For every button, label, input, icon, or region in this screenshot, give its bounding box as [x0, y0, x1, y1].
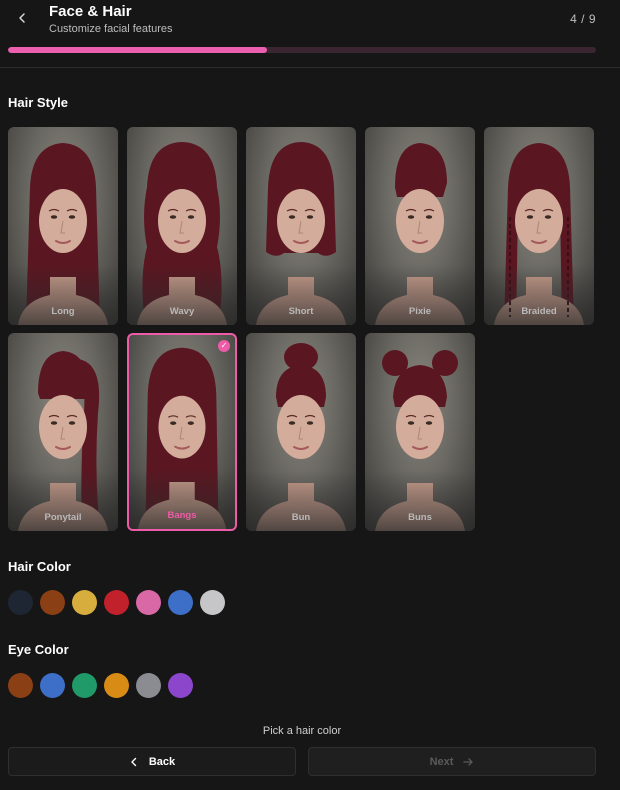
eye-color-swatch[interactable]: [104, 673, 129, 698]
hair-style-label: Long: [51, 306, 75, 317]
chevron-left-icon: [131, 757, 137, 766]
hair-style-label: Bun: [291, 512, 311, 523]
eye-color-swatch[interactable]: [136, 673, 161, 698]
hair-color-swatch[interactable]: [104, 590, 129, 615]
hair-color-swatch[interactable]: [40, 590, 65, 615]
eye-color-title: Eye Color: [8, 642, 69, 657]
hair-style-label: Pixie: [408, 306, 432, 317]
hair-style-option[interactable]: Long: [8, 127, 118, 325]
header: Face & Hair Customize facial features 4 …: [0, 0, 620, 68]
hair-color-swatch[interactable]: [72, 590, 97, 615]
hair-style-option[interactable]: Buns: [365, 333, 475, 531]
hair-style-option[interactable]: Braided: [484, 127, 594, 325]
hair-color-swatch[interactable]: [136, 590, 161, 615]
hair-color-swatch[interactable]: [200, 590, 225, 615]
hair-style-label: Buns: [408, 512, 432, 523]
hair-style-option[interactable]: Ponytail: [8, 333, 118, 531]
eye-color-swatch[interactable]: [168, 673, 193, 698]
arrow-right-icon: [463, 757, 474, 766]
page-subtitle: Customize facial features: [49, 23, 173, 35]
hair-style-option[interactable]: Pixie: [365, 127, 475, 325]
back-button-label: Back: [148, 755, 176, 768]
eye-color-swatch[interactable]: [72, 673, 97, 698]
checkmark-icon: ✓: [218, 340, 230, 352]
next-button-label: Next: [429, 755, 454, 768]
hair-color-title: Hair Color: [8, 559, 71, 574]
hair-style-label: Ponytail: [44, 512, 82, 523]
chevron-left-icon[interactable]: [14, 10, 30, 26]
hair-style-option[interactable]: Wavy: [127, 127, 237, 325]
hint-text: Pick a hair color: [262, 725, 342, 737]
hair-style-label: Short: [288, 306, 314, 317]
page-title: Face & Hair: [49, 3, 132, 20]
hair-style-label: Wavy: [169, 306, 195, 317]
back-button[interactable]: Back: [8, 747, 296, 776]
next-button[interactable]: Next: [308, 747, 596, 776]
hair-style-label: Braided: [521, 306, 557, 317]
progress-fill: [8, 47, 267, 53]
step-counter: 4 / 9: [570, 12, 596, 26]
eye-color-swatch[interactable]: [8, 673, 33, 698]
hair-style-option[interactable]: Bun: [246, 333, 356, 531]
hair-style-label: Bangs: [167, 510, 197, 521]
hair-color-swatch[interactable]: [8, 590, 33, 615]
hair-style-option[interactable]: Bangs ✓: [127, 333, 237, 531]
eye-color-swatch[interactable]: [40, 673, 65, 698]
progress-bar: [8, 47, 596, 53]
hair-style-title: Hair Style: [8, 95, 68, 110]
hair-style-option[interactable]: Short: [246, 127, 356, 325]
hair-color-swatch[interactable]: [168, 590, 193, 615]
